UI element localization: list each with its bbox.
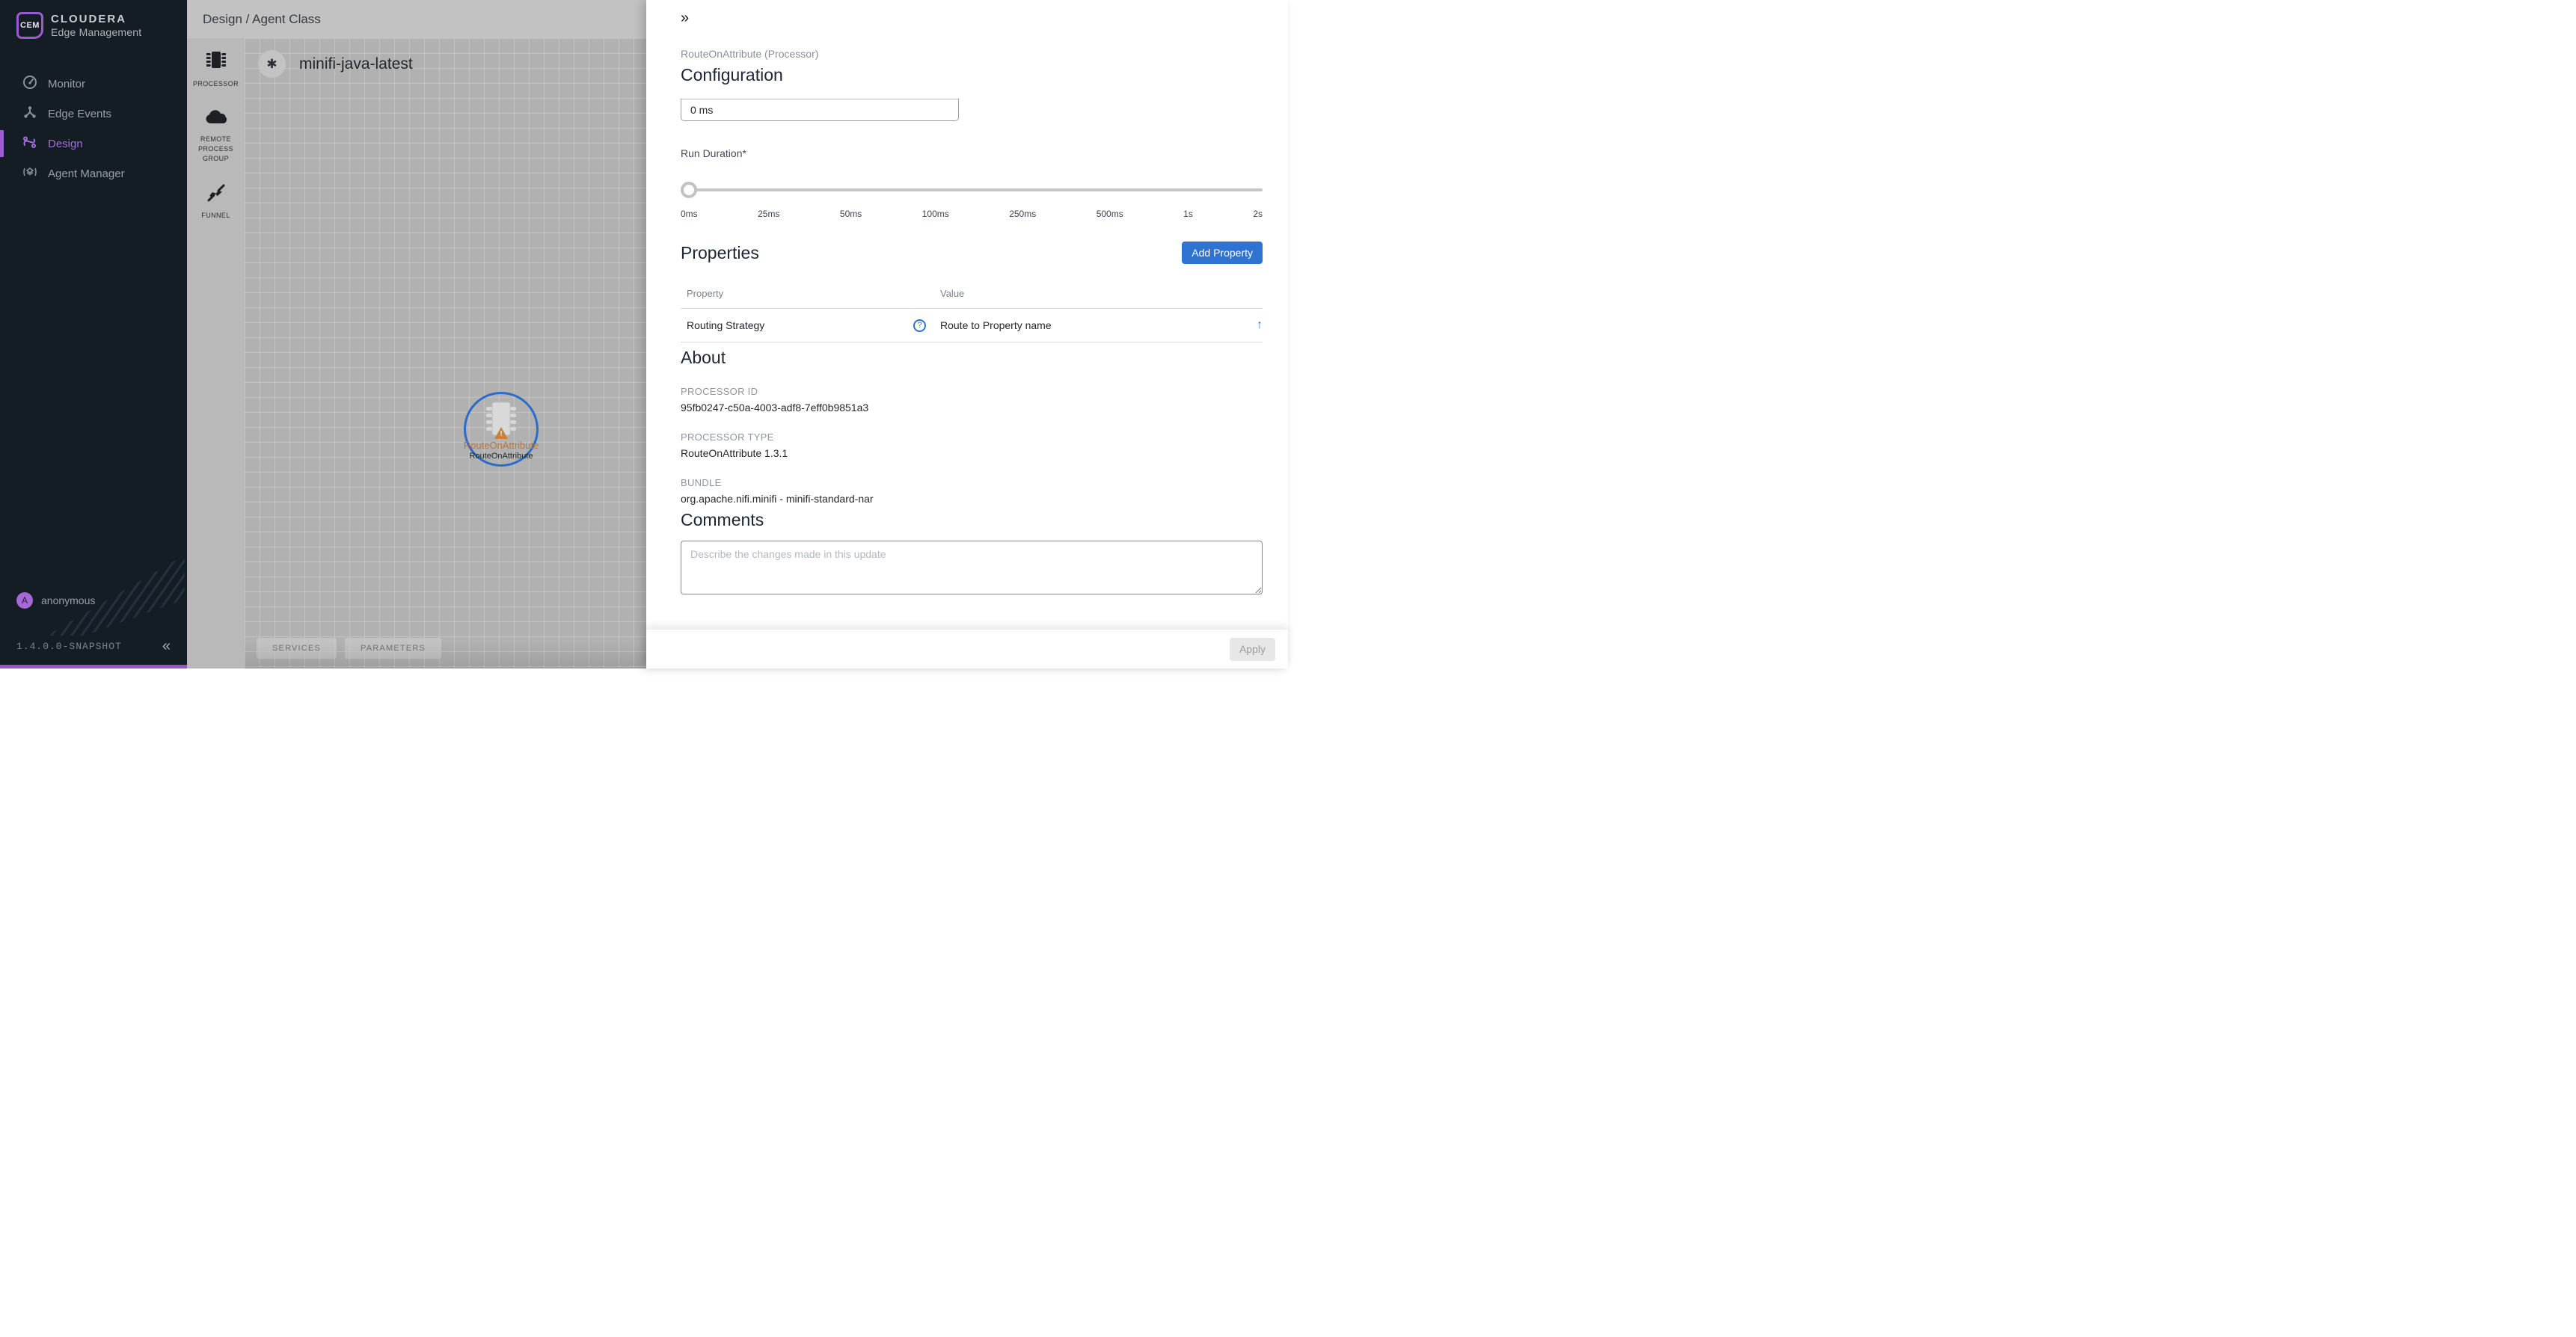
palette-item-label: FUNNEL bbox=[192, 211, 240, 221]
sidebar-item-design[interactable]: Design bbox=[0, 129, 187, 159]
property-name: Routing Strategy bbox=[687, 319, 913, 331]
sidebar-item-monitor[interactable]: Monitor bbox=[0, 69, 187, 99]
tick-label: 25ms bbox=[758, 209, 779, 219]
properties-table-header: Property Value bbox=[681, 283, 1263, 308]
app-root: CEM CLOUDERA Edge Management Monitor Edg… bbox=[0, 0, 1288, 668]
field-label: BUNDLE bbox=[681, 477, 1263, 488]
help-icon[interactable]: ? bbox=[913, 319, 926, 332]
panel-title: Configuration bbox=[681, 65, 1263, 85]
tab-parameters[interactable]: PARAMETERS bbox=[345, 638, 441, 659]
tick-label: 50ms bbox=[840, 209, 862, 219]
tab-services[interactable]: SERVICES bbox=[257, 638, 337, 659]
property-row-routing-strategy[interactable]: Routing Strategy ? Route to Property nam… bbox=[681, 308, 1263, 342]
top-header: Design / Agent Class bbox=[187, 0, 646, 38]
sidebar-bottom: A anonymous 1.4.0.0-SNAPSHOT « bbox=[0, 584, 187, 668]
brand-name: CLOUDERA bbox=[51, 13, 141, 27]
about-field-processor-type: PROCESSOR TYPE RouteOnAttribute 1.3.1 bbox=[681, 431, 1263, 459]
main-area: Design / Agent Class PROCESSOR REMOTE PR… bbox=[187, 0, 646, 668]
palette-item-label: PROCESSOR bbox=[192, 79, 240, 89]
flow-icon bbox=[22, 135, 37, 153]
sidebar-item-agent-manager[interactable]: Agent Manager bbox=[0, 159, 187, 188]
flow-status-icon[interactable]: ✱ bbox=[258, 50, 286, 78]
palette-item-label: REMOTE PROCESS GROUP bbox=[192, 135, 240, 164]
collapse-panel-icon[interactable]: » bbox=[681, 10, 699, 25]
cem-logo-badge: CEM bbox=[16, 12, 43, 39]
user-name: anonymous bbox=[41, 594, 95, 606]
canvas-bottom-tabs: SERVICES PARAMETERS bbox=[257, 638, 441, 659]
panel-footer: Apply bbox=[646, 630, 1288, 668]
arrow-up-icon[interactable]: ↑ bbox=[1257, 319, 1263, 331]
slider-thumb[interactable] bbox=[681, 182, 697, 198]
add-property-button[interactable]: Add Property bbox=[1182, 242, 1263, 264]
collapse-sidebar-icon[interactable]: « bbox=[162, 639, 171, 654]
tick-label: 1s bbox=[1183, 209, 1193, 219]
tick-label: 250ms bbox=[1009, 209, 1036, 219]
yield-duration-input[interactable] bbox=[681, 99, 959, 121]
field-value: 95fb0247-c50a-4003-adf8-7eff0b9851a3 bbox=[681, 402, 1263, 414]
sidebar-item-label: Design bbox=[48, 138, 83, 150]
column-header-property: Property bbox=[687, 288, 913, 299]
properties-title: Properties bbox=[681, 243, 759, 263]
slider-track[interactable] bbox=[681, 188, 1263, 191]
run-duration-label: Run Duration* bbox=[681, 147, 1263, 159]
user-row[interactable]: A anonymous bbox=[0, 584, 187, 617]
processor-node-routeonattribute[interactable]: ! RouteOnAttribute RouteOnAttribute bbox=[464, 392, 539, 467]
sidebar-item-edge-events[interactable]: Edge Events bbox=[0, 99, 187, 129]
app-version: 1.4.0.0-SNAPSHOT bbox=[16, 641, 122, 652]
node-name-label: RouteOnAttribute bbox=[441, 452, 561, 461]
flow-canvas[interactable]: ✱ minifi-java-latest ! RouteOnAttribute … bbox=[245, 38, 646, 668]
field-label: PROCESSOR ID bbox=[681, 386, 1263, 397]
layers-icon bbox=[22, 165, 37, 182]
about-field-processor-id: PROCESSOR ID 95fb0247-c50a-4003-adf8-7ef… bbox=[681, 386, 1263, 414]
field-label: PROCESSOR TYPE bbox=[681, 431, 1263, 443]
sidebar-nav: Monitor Edge Events Design Agent Manager bbox=[0, 69, 187, 188]
column-header-value: Value bbox=[940, 288, 1245, 299]
comments-title: Comments bbox=[681, 510, 1263, 530]
properties-table: Property Value Routing Strategy ? Route … bbox=[681, 283, 1263, 342]
cloud-icon bbox=[204, 108, 228, 130]
breadcrumb: Design / Agent Class bbox=[203, 12, 321, 27]
gauge-icon bbox=[22, 75, 37, 93]
property-value[interactable]: Route to Property name bbox=[940, 319, 1245, 331]
sidebar-item-label: Agent Manager bbox=[48, 167, 125, 180]
tick-label: 0ms bbox=[681, 209, 698, 219]
palette-item-processor[interactable]: PROCESSOR bbox=[192, 49, 240, 89]
tick-label: 100ms bbox=[922, 209, 949, 219]
about-title: About bbox=[681, 348, 1263, 368]
field-value: RouteOnAttribute 1.3.1 bbox=[681, 447, 1263, 459]
panel-context-label: RouteOnAttribute (Processor) bbox=[681, 48, 1263, 60]
node-type-label: RouteOnAttribute bbox=[441, 440, 561, 451]
config-panel-scroll[interactable]: » RouteOnAttribute (Processor) Configura… bbox=[646, 0, 1288, 630]
avatar: A bbox=[16, 592, 33, 609]
apply-button[interactable]: Apply bbox=[1230, 638, 1275, 661]
component-palette: PROCESSOR REMOTE PROCESS GROUP FUNNEL bbox=[187, 38, 245, 668]
flow-title-row: ✱ minifi-java-latest bbox=[258, 50, 413, 78]
app-logo: CEM CLOUDERA Edge Management bbox=[0, 0, 187, 49]
events-icon bbox=[22, 105, 37, 123]
run-duration-slider[interactable] bbox=[681, 182, 1263, 198]
flow-name: minifi-java-latest bbox=[299, 55, 413, 73]
field-value: org.apache.nifi.minifi - minifi-standard… bbox=[681, 493, 1263, 505]
tick-label: 500ms bbox=[1097, 209, 1123, 219]
sidebar: CEM CLOUDERA Edge Management Monitor Edg… bbox=[0, 0, 187, 668]
config-panel: » RouteOnAttribute (Processor) Configura… bbox=[646, 0, 1288, 668]
design-workspace: PROCESSOR REMOTE PROCESS GROUP FUNNEL bbox=[187, 38, 646, 668]
about-field-bundle: BUNDLE org.apache.nifi.minifi - minifi-s… bbox=[681, 477, 1263, 505]
slider-tick-labels: 0ms 25ms 50ms 100ms 250ms 500ms 1s 2s bbox=[681, 209, 1263, 219]
tick-label: 2s bbox=[1253, 209, 1263, 219]
sidebar-accent-bar bbox=[0, 665, 187, 668]
sidebar-item-label: Edge Events bbox=[48, 108, 111, 120]
comments-textarea[interactable] bbox=[681, 541, 1263, 594]
version-row: 1.4.0.0-SNAPSHOT « bbox=[0, 627, 187, 665]
product-name: Edge Management bbox=[51, 26, 141, 38]
palette-item-remote-process-group[interactable]: REMOTE PROCESS GROUP bbox=[192, 108, 240, 164]
chip-icon bbox=[205, 49, 227, 75]
funnel-icon bbox=[206, 183, 226, 206]
palette-item-funnel[interactable]: FUNNEL bbox=[192, 183, 240, 221]
sidebar-item-label: Monitor bbox=[48, 78, 85, 90]
